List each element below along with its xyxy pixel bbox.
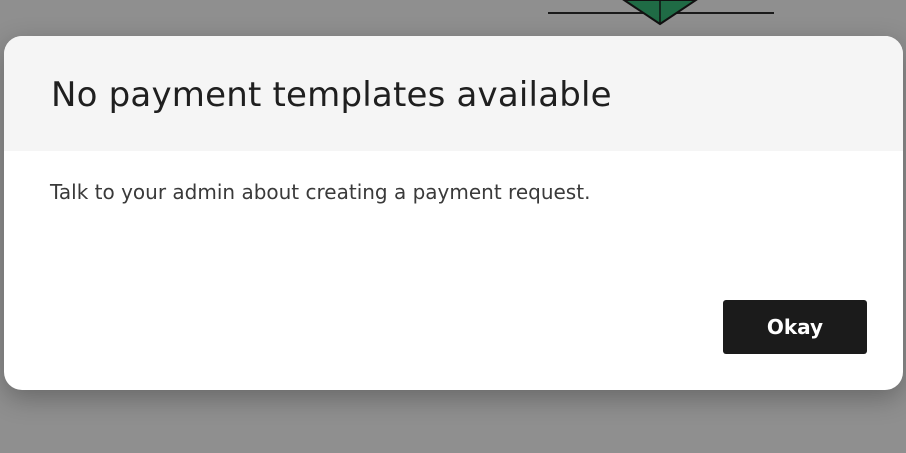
dialog-body: Talk to your admin about creating a paym…	[4, 151, 903, 390]
dialog-header: No payment templates available	[4, 36, 903, 151]
okay-button[interactable]: Okay	[723, 300, 867, 354]
dialog-message: Talk to your admin about creating a paym…	[50, 180, 591, 204]
green-box-illustration-icon	[548, 0, 774, 26]
dialog-title: No payment templates available	[51, 75, 612, 115]
payment-templates-dialog: No payment templates available Talk to y…	[4, 36, 903, 390]
